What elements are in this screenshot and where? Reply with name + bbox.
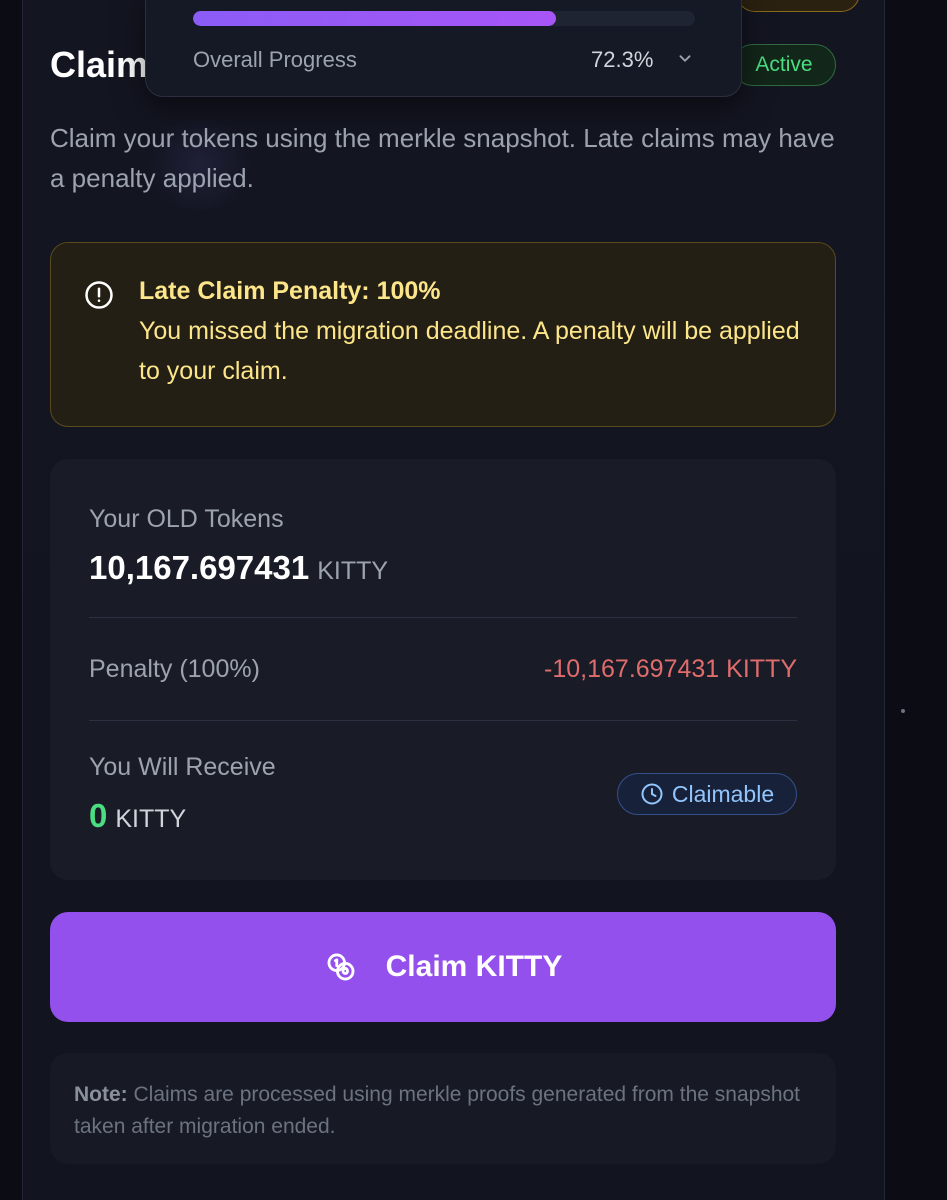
penalty-label: Penalty (100%) bbox=[89, 655, 260, 683]
receive-unit: KITTY bbox=[115, 805, 187, 833]
note-text: Note: Claims are processed using merkle … bbox=[74, 1079, 804, 1143]
divider bbox=[89, 720, 797, 721]
status-badge: Active bbox=[732, 44, 836, 86]
clock-icon bbox=[641, 783, 663, 805]
progress-bar bbox=[193, 11, 695, 26]
receive-amount: 0 KITTY bbox=[89, 797, 186, 835]
alert-message: You missed the migration deadline. A pen… bbox=[139, 317, 800, 385]
progress-value: 72.3% bbox=[591, 47, 654, 72]
claimable-label: Claimable bbox=[671, 780, 775, 807]
coins-icon bbox=[327, 953, 355, 981]
progress-label: Overall Progress bbox=[193, 47, 357, 72]
alert-title: Late Claim Penalty: 100% bbox=[139, 277, 441, 305]
old-tokens-label: Your OLD Tokens bbox=[89, 505, 284, 533]
claim-summary: Your OLD Tokens 10,167.697431 KITTY Penal… bbox=[50, 459, 836, 880]
receive-label: You Will Receive bbox=[89, 753, 276, 781]
claim-button[interactable]: Claim KITTY bbox=[50, 912, 836, 1022]
claim-button-label: Claim KITTY bbox=[385, 950, 563, 983]
late-claim-alert: Late Claim Penalty: 100% You missed the … bbox=[50, 242, 836, 427]
scroll-indicator-dot bbox=[901, 709, 905, 713]
note-body: Claims are processed using merkle proofs… bbox=[74, 1083, 801, 1138]
page-description: Claim your tokens using the merkle snaps… bbox=[50, 123, 835, 193]
progress-dropdown[interactable]: Overall Progress 72.3% bbox=[145, 0, 742, 97]
receive-value: 0 bbox=[89, 797, 108, 834]
old-tokens-value: 10,167.697431 bbox=[89, 549, 310, 586]
penalty-amount: -10,167.697431 KITTY bbox=[544, 655, 797, 683]
page: Claim Active Claim your tokens using the… bbox=[0, 0, 947, 1200]
chevron-down-icon[interactable] bbox=[674, 47, 696, 69]
progress-bar-fill bbox=[193, 11, 556, 26]
penalty-badge bbox=[736, 0, 860, 12]
note-prefix: Note: bbox=[74, 1083, 128, 1106]
claim-note: Note: Claims are processed using merkle … bbox=[50, 1053, 836, 1164]
old-tokens-amount: 10,167.697431 KITTY bbox=[89, 549, 388, 587]
page-title: Claim bbox=[50, 44, 149, 85]
claimable-badge: Claimable bbox=[617, 773, 797, 815]
divider bbox=[89, 617, 797, 618]
exclamation-circle-icon bbox=[85, 281, 113, 309]
old-tokens-unit: KITTY bbox=[317, 557, 389, 585]
